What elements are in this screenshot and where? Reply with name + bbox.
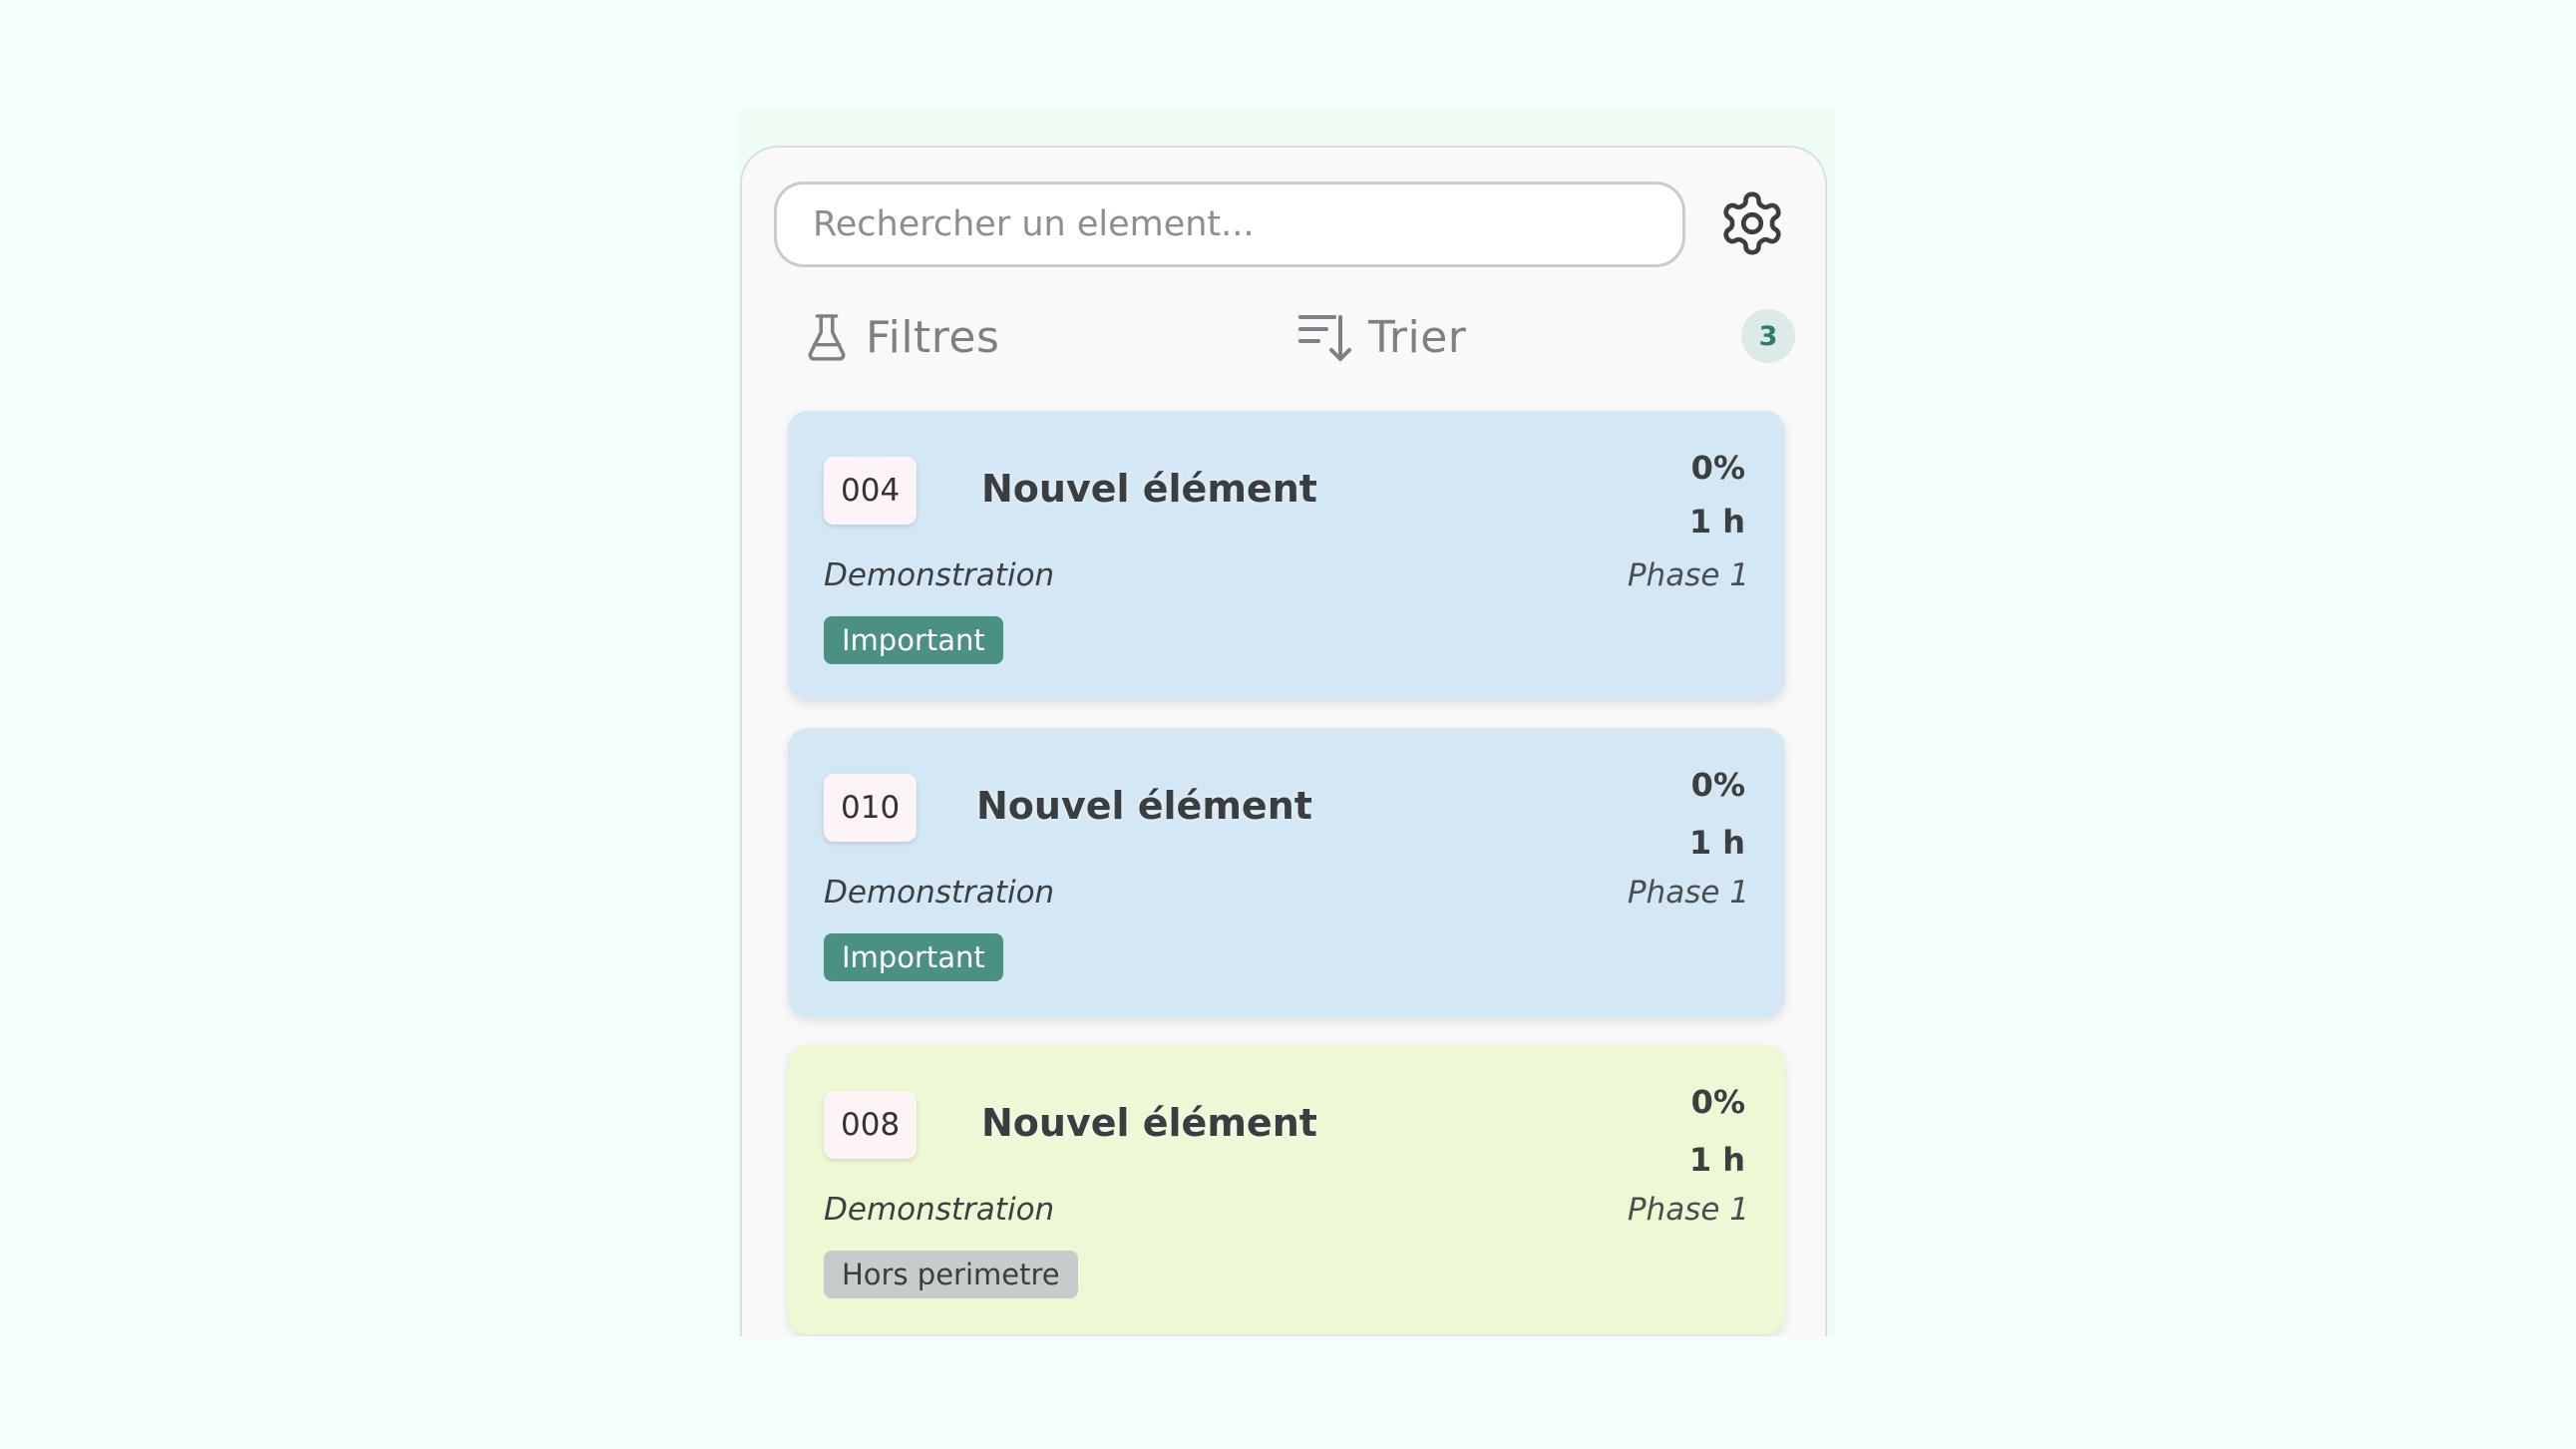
item-card[interactable]: 010 Nouvel élément 0% 1 h Demonstration … (788, 728, 1785, 1017)
item-hours: 1 h (1688, 824, 1745, 862)
item-phase: Phase 1 (1627, 875, 1749, 910)
item-card[interactable]: 004 Nouvel élément 0% 1 h Demonstration … (788, 411, 1785, 700)
item-progress: 0% (1690, 449, 1745, 487)
sort-descending-icon (1298, 315, 1351, 361)
gear-icon (1723, 191, 1781, 255)
item-phase: Phase 1 (1627, 557, 1749, 593)
filter-button[interactable]: Filtres (804, 297, 999, 377)
result-count-badge: 3 (1741, 309, 1795, 363)
flask-icon (808, 314, 846, 361)
filter-label: Filtres (866, 311, 1000, 363)
search-input[interactable] (774, 181, 1685, 267)
item-id-badge: 004 (824, 457, 918, 525)
item-project: Demonstration (824, 1192, 1055, 1228)
item-title: Nouvel élément (981, 467, 1317, 511)
item-tag: Hors perimetre (824, 1251, 1078, 1298)
toolbar: Filtres Trier 3 (742, 297, 1825, 377)
item-project: Demonstration (824, 875, 1055, 910)
item-progress: 0% (1690, 1083, 1745, 1121)
item-hours: 1 h (1688, 1141, 1745, 1179)
item-progress: 0% (1690, 766, 1745, 804)
item-id-badge: 010 (824, 774, 918, 842)
item-tag: Important (824, 616, 1003, 664)
sort-button[interactable]: Trier (1296, 297, 1466, 377)
sort-label: Trier (1368, 311, 1467, 363)
settings-button[interactable] (1712, 183, 1792, 263)
item-card[interactable]: 008 Nouvel élément 0% 1 h Demonstration … (788, 1045, 1785, 1334)
item-hours: 1 h (1688, 503, 1745, 541)
item-project: Demonstration (824, 557, 1055, 593)
item-title: Nouvel élément (976, 784, 1312, 828)
item-id-badge: 008 (824, 1091, 918, 1159)
item-tag: Important (824, 933, 1003, 981)
item-phase: Phase 1 (1627, 1192, 1749, 1228)
items-panel: Filtres Trier 3 004 Nouvel élément 0% 1 … (740, 146, 1827, 1336)
item-title: Nouvel élément (981, 1101, 1317, 1145)
